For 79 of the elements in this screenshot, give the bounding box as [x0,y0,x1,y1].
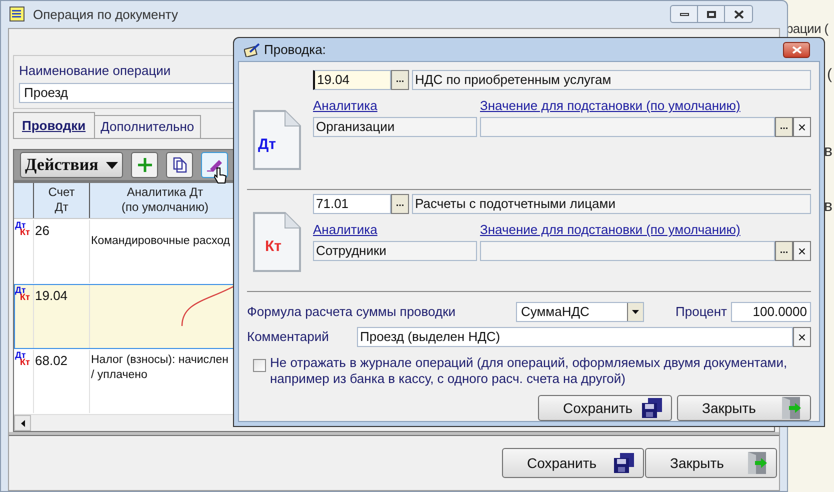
field-label: Наименование операции [19,62,171,80]
tab[interactable]: Дополнительно [94,115,202,138]
add-button[interactable] [131,152,158,178]
plus-icon [138,158,152,172]
percent-field[interactable]: 100.0000 [731,302,811,322]
browse-button[interactable]: ... [775,241,793,261]
copy-icon [172,157,187,173]
default-value-field[interactable] [480,117,775,137]
floppy-disks-icon [613,452,635,474]
window-title: Операция по документу [33,6,178,24]
default-value-link[interactable]: Значение для подстановки (по умолчанию) [480,220,740,237]
credit-label: Кт [265,239,282,255]
checkbox-label: Не отражать в журнале операций (для операций, оформляемых двумя документами, например из банка в кассу, с одного расч. счета на другой) [270,355,788,387]
debit-marker: Дт [15,221,26,230]
door-exit-icon [780,396,802,420]
close-button[interactable] [725,5,753,24]
column-header: Счет Дт [34,183,90,218]
hand-cursor-icon [214,167,228,184]
credit-marker: Кт [20,228,30,237]
pen-paper-icon [244,42,260,56]
browse-button[interactable]: ... [391,194,409,214]
scroll-left-button[interactable] [14,415,31,431]
clear-button[interactable]: × [793,241,811,261]
account-name-field: НДС по приобретенным услугам [412,70,811,90]
document-icon [253,212,301,272]
account-field[interactable]: 19.04 [313,70,391,90]
document-icon [253,110,301,170]
save-button[interactable]: Сохранить [538,395,672,421]
analytics-link[interactable]: Аналитика [313,220,480,237]
debit-marker: Дт [15,351,26,360]
formula-select[interactable]: СуммаНДС [516,302,644,322]
maximize-button[interactable] [698,5,725,24]
table-cell-text: Налог (взносы): начислен / уплачено [90,353,230,383]
dialog-title: Проводка: [264,40,326,59]
analytics-field[interactable]: Организации [313,117,477,137]
close-dialog-button[interactable]: Закрыть [677,395,811,421]
close-button[interactable] [783,42,810,58]
formula-label: Формула расчета суммы проводки [247,303,457,322]
credit-marker: Кт [20,358,30,367]
table-cell: 19.04 [34,285,90,348]
clear-button[interactable]: × [793,327,811,347]
table-cell-text: Командировочные расход [90,234,232,249]
background-text: в [824,197,832,217]
close-icon [734,10,744,19]
background-text: ( [827,65,832,85]
dropdown-arrow-icon [106,162,118,168]
browse-button[interactable]: ... [775,117,793,137]
table-cell: 26 [34,220,90,283]
minimize-button[interactable] [670,5,698,24]
percent-label: Процент [676,303,727,322]
background-text: в [824,142,832,162]
dropdown-arrow-icon [632,310,639,314]
credit-marker: Кт [20,293,30,302]
copy-button[interactable] [166,152,194,178]
pencil-icon [206,158,223,172]
notepad-icon [9,6,25,22]
clear-button[interactable]: × [793,117,811,137]
default-value-field[interactable] [480,241,775,261]
analytics-field[interactable]: Сотрудники [313,241,477,261]
account-name-field: Расчеты с подотчетными лицами [412,194,811,214]
account-field[interactable]: 71.01 [313,194,391,214]
comment-label: Комментарий [247,328,330,346]
actions-button[interactable]: Действия [20,152,124,178]
close-icon [792,46,802,54]
debit-label: Дт [258,137,276,153]
close-window-button[interactable]: Закрыть [645,448,777,478]
floppy-disks-icon [641,397,663,419]
left-arrow-icon [20,420,24,426]
analytics-link[interactable]: Аналитика [313,96,480,113]
tab[interactable]: Проводки [13,112,95,138]
checkbox[interactable] [253,359,266,372]
save-button[interactable]: Сохранить [502,448,644,478]
debit-marker: Дт [15,286,26,295]
door-exit-icon [746,451,768,475]
comment-field[interactable]: Проезд (выделен НДС) [357,327,793,347]
column-header: Аналитика Дт (по умолчанию) [120,184,210,216]
browse-button[interactable]: ... [391,70,409,90]
default-value-link[interactable]: Значение для подстановки (по умолчанию) [480,96,740,113]
table-cell: 68.02 [34,350,90,413]
